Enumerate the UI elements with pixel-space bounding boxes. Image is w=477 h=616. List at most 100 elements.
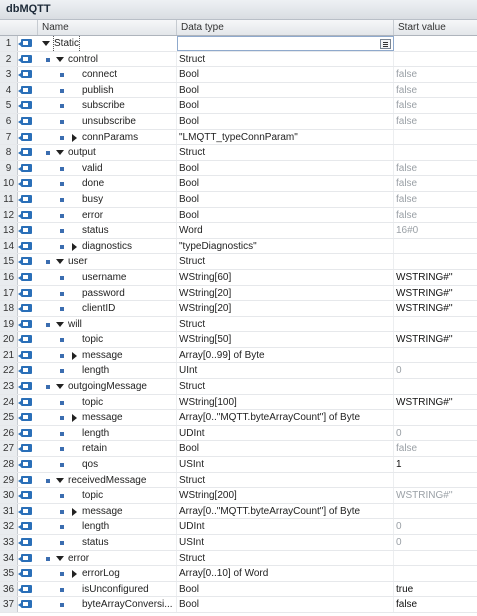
start-value-cell[interactable]: 0	[394, 535, 477, 550]
name-cell[interactable]: unsubscribe	[38, 113, 177, 129]
variable-name[interactable]: receivedMessage	[68, 473, 146, 488]
start-value-cell[interactable]: WSTRING#''	[394, 488, 477, 503]
table-row[interactable]: 36 isUnconfigured Bool true	[0, 581, 477, 598]
data-type-cell[interactable]: Array[0.."MQTT.byteArrayCount"] of Byte	[177, 503, 394, 519]
variable-name[interactable]: user	[68, 254, 87, 269]
data-type-cell[interactable]: Word	[177, 223, 394, 238]
data-type-cell[interactable]: USInt	[177, 535, 394, 550]
table-row[interactable]: 29 receivedMessage Struct	[0, 472, 477, 489]
name-cell[interactable]: Static	[38, 36, 177, 51]
start-value-cell[interactable]	[394, 348, 477, 363]
data-type-cell[interactable]: Bool	[177, 113, 394, 129]
row-number[interactable]: 3	[0, 67, 18, 82]
data-type-cell[interactable]: Bool	[177, 581, 394, 597]
variable-name[interactable]: errorLog	[82, 566, 120, 581]
row-number[interactable]: 10	[0, 176, 18, 191]
start-value-cell[interactable]: WSTRING#''	[394, 270, 477, 285]
data-type-cell[interactable]: Bool	[177, 160, 394, 176]
name-cell[interactable]: message	[38, 410, 177, 425]
row-number[interactable]: 15	[0, 254, 18, 269]
row-number[interactable]: 26	[0, 425, 18, 441]
start-value-cell[interactable]: false	[394, 161, 477, 176]
name-cell[interactable]: clientID	[38, 301, 177, 316]
variable-name[interactable]: status	[82, 223, 109, 238]
start-value-cell[interactable]: false	[394, 192, 477, 207]
name-cell[interactable]: message	[38, 347, 177, 363]
table-row[interactable]: 7 connParams "LMQTT_typeConnParam"	[0, 129, 477, 146]
variable-name[interactable]: unsubscribe	[82, 114, 136, 129]
variable-name[interactable]: message	[82, 504, 123, 519]
data-type-cell[interactable]: Struct	[177, 550, 394, 566]
name-cell[interactable]: connect	[38, 67, 177, 82]
variable-name[interactable]: message	[82, 410, 123, 425]
name-cell[interactable]: outgoingMessage	[38, 379, 177, 394]
row-number[interactable]: 12	[0, 207, 18, 223]
data-type-cell[interactable]: Bool	[177, 597, 394, 612]
start-value-cell[interactable]	[394, 36, 477, 51]
variable-name[interactable]: topic	[82, 395, 103, 410]
data-type-cell[interactable]: Bool	[177, 82, 394, 98]
table-row[interactable]: 2 control Struct	[0, 51, 477, 68]
start-value-cell[interactable]: false	[394, 83, 477, 98]
table-row[interactable]: 37 byteArrayConversi... Bool false	[0, 597, 477, 613]
start-value-cell[interactable]	[394, 566, 477, 581]
row-number[interactable]: 37	[0, 597, 18, 612]
variable-name[interactable]: clientID	[82, 301, 115, 316]
name-cell[interactable]: topic	[38, 332, 177, 347]
data-type-cell[interactable]: WString[20]	[177, 301, 394, 316]
header-name[interactable]: Name	[38, 20, 177, 35]
name-cell[interactable]: user	[38, 254, 177, 269]
row-number[interactable]: 31	[0, 503, 18, 519]
data-type-cell[interactable]: Struct	[177, 254, 394, 269]
name-cell[interactable]: length	[38, 519, 177, 534]
data-type-cell[interactable]: WString[100]	[177, 394, 394, 410]
row-number[interactable]: 18	[0, 301, 18, 316]
variable-name[interactable]: connParams	[82, 130, 138, 145]
start-value-cell[interactable]: false	[394, 597, 477, 612]
start-value-cell[interactable]: false	[394, 67, 477, 82]
row-number[interactable]: 20	[0, 332, 18, 347]
variable-name[interactable]: diagnostics	[82, 239, 132, 254]
variable-name[interactable]: error	[68, 551, 89, 566]
row-number[interactable]: 16	[0, 269, 18, 285]
variable-name[interactable]: valid	[82, 161, 103, 176]
start-value-cell[interactable]: false	[394, 441, 477, 456]
variable-name[interactable]: outgoingMessage	[68, 379, 147, 394]
row-number[interactable]: 1	[0, 36, 18, 51]
table-row[interactable]: 15 user Struct	[0, 254, 477, 270]
collapse-arrow-icon[interactable]	[56, 477, 64, 483]
variable-name[interactable]: topic	[82, 332, 103, 347]
start-value-cell[interactable]	[394, 551, 477, 566]
expand-arrow-icon[interactable]	[72, 570, 77, 579]
data-type-cell[interactable]: UDInt	[177, 425, 394, 441]
expand-arrow-icon[interactable]	[72, 507, 77, 516]
name-cell[interactable]: subscribe	[38, 98, 177, 113]
table-row[interactable]: 14 diagnostics "typeDiagnostics"	[0, 238, 477, 255]
row-number[interactable]: 5	[0, 98, 18, 113]
data-type-cell[interactable]: Bool	[177, 176, 394, 191]
row-number[interactable]: 35	[0, 566, 18, 581]
variable-name[interactable]: retain	[82, 441, 107, 456]
data-type-cell[interactable]: Struct	[177, 379, 394, 394]
data-type-cell[interactable]: Struct	[177, 472, 394, 488]
name-cell[interactable]: byteArrayConversi...	[38, 597, 177, 612]
start-value-cell[interactable]: 1	[394, 457, 477, 472]
name-cell[interactable]: status	[38, 535, 177, 550]
row-number[interactable]: 7	[0, 129, 18, 145]
data-type-cell[interactable]: Array[0..99] of Byte	[177, 347, 394, 363]
row-number[interactable]: 6	[0, 113, 18, 129]
table-row[interactable]: 19 will Struct	[0, 316, 477, 333]
table-row[interactable]: 13 status Word 16#0	[0, 223, 477, 239]
data-type-cell[interactable]: WString[20]	[177, 285, 394, 301]
collapse-arrow-icon[interactable]	[56, 259, 64, 265]
name-cell[interactable]: topic	[38, 488, 177, 503]
row-number[interactable]: 29	[0, 472, 18, 488]
name-cell[interactable]: qos	[38, 457, 177, 472]
data-type-cell[interactable]	[177, 36, 394, 51]
name-cell[interactable]: receivedMessage	[38, 472, 177, 488]
name-cell[interactable]: output	[38, 145, 177, 160]
start-value-cell[interactable]: WSTRING#''	[394, 286, 477, 301]
data-type-cell[interactable]: Bool	[177, 207, 394, 223]
table-row[interactable]: 20 topic WString[50] WSTRING#''	[0, 332, 477, 348]
variable-name[interactable]: publish	[82, 83, 114, 98]
